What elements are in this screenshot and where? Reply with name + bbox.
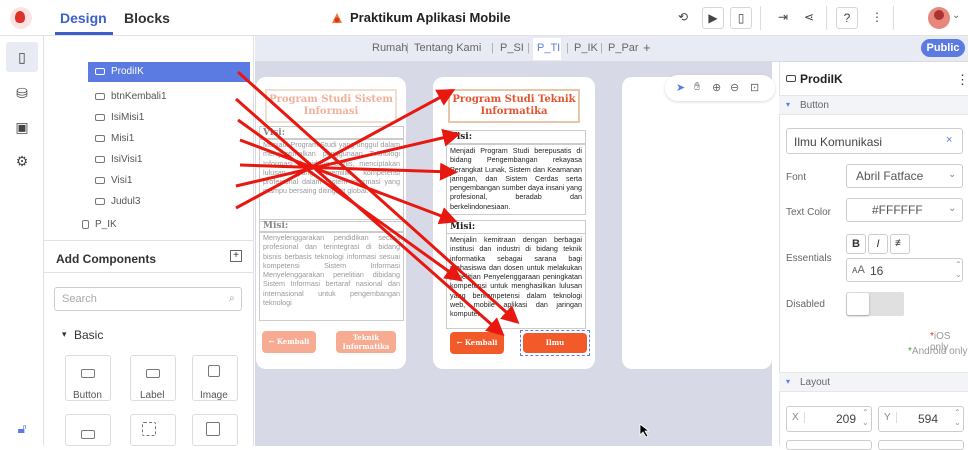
stepper-icon[interactable]: ⌃ ⌄ <box>955 260 962 280</box>
button-text-value: Ilmu Komunikasi <box>794 135 883 149</box>
more-icon[interactable]: ⋮ <box>956 72 968 88</box>
italic-button[interactable]: I <box>868 234 888 254</box>
android-only-label: Android only <box>911 346 968 357</box>
disabled-label: Disabled <box>786 299 825 310</box>
font-label: Font <box>786 172 807 183</box>
font-size-value: 16 <box>870 264 884 278</box>
strike-button[interactable]: ≢ <box>890 234 910 254</box>
height-input[interactable] <box>878 440 964 450</box>
stepper-icon[interactable]: ⌃ ⌄ <box>862 408 869 428</box>
clear-icon[interactable]: × <box>946 134 952 146</box>
y-value: 594 <box>918 412 939 426</box>
caret-down-icon: ▾ <box>786 377 791 386</box>
stepper-icon[interactable]: ⌃ ⌄ <box>954 408 961 428</box>
section-label: Button <box>800 100 829 111</box>
toggle-knob <box>847 293 869 315</box>
inspector-title: ProdiIK <box>800 72 843 86</box>
caret-down-icon: ▾ <box>786 100 791 109</box>
bold-button[interactable]: B <box>846 234 866 254</box>
android-only-note: *Android only <box>908 346 968 357</box>
component-icon <box>786 75 796 82</box>
text-color-value: #FFFFFF <box>872 203 923 217</box>
chevron-down-icon: ⌄ <box>948 169 957 180</box>
text-color-label: Text Color <box>786 207 832 218</box>
font-value: Abril Fatface <box>856 169 924 183</box>
x-label: X <box>792 412 805 423</box>
width-input[interactable] <box>786 440 872 450</box>
y-label: Y <box>884 412 897 423</box>
mouse-cursor-icon <box>639 423 651 438</box>
section-label: Layout <box>800 377 831 388</box>
chevron-down-icon: ⌄ <box>948 203 957 214</box>
x-value: 209 <box>836 412 857 426</box>
font-size-icon: ᴀA <box>852 264 865 276</box>
essentials-label: Essentials <box>786 253 832 264</box>
